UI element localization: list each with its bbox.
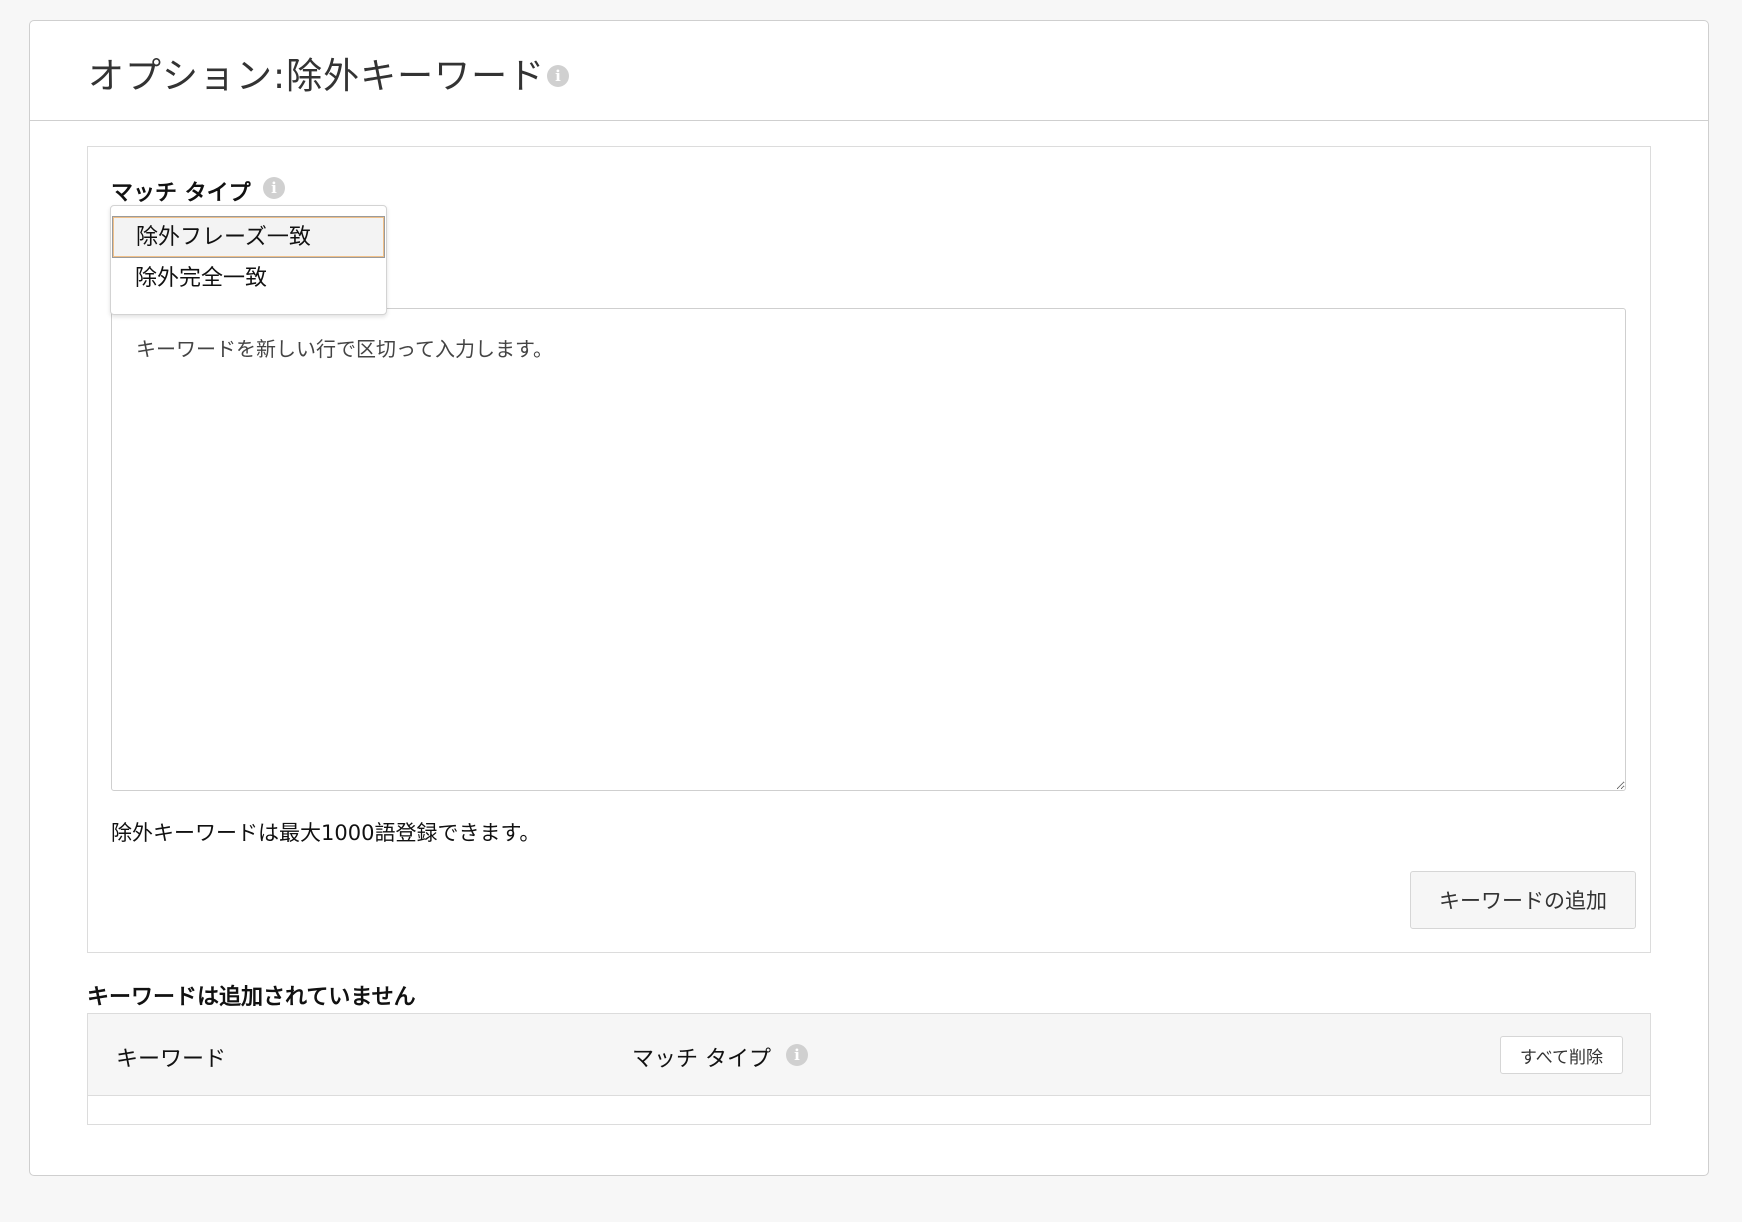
- keywords-table: キーワード マッチ タイプ i すべて削除: [87, 1013, 1651, 1125]
- option-negative-exact[interactable]: 除外完全一致: [111, 258, 386, 300]
- page-title: オプション:除外キーワード: [88, 56, 546, 97]
- delete-all-button[interactable]: すべて削除: [1500, 1036, 1623, 1074]
- table-header: キーワード マッチ タイプ i すべて削除: [88, 1014, 1650, 1096]
- match-type-label: マッチ タイプ: [111, 181, 251, 206]
- column-header-keyword: キーワード: [116, 1047, 227, 1072]
- title-info-icon[interactable]: i: [547, 65, 569, 87]
- panel-header: オプション:除外キーワード i: [30, 21, 1708, 121]
- keywords-textarea[interactable]: [111, 308, 1626, 791]
- negative-keywords-panel: オプション:除外キーワード i マッチ タイプ i 除外フレーズ一致 除外完全一…: [29, 20, 1709, 1176]
- column-header-match-type: マッチ タイプ: [632, 1047, 771, 1072]
- keyword-entry-form: マッチ タイプ i 除外フレーズ一致 除外完全一致 除外キーワードは最大1000…: [87, 146, 1651, 953]
- empty-list-label: キーワードは追加されていません: [87, 985, 416, 1010]
- keyword-limit-note: 除外キーワードは最大1000語登録できます。: [111, 821, 541, 845]
- add-keywords-button[interactable]: キーワードの追加: [1410, 871, 1636, 929]
- column-match-type-info-icon[interactable]: i: [786, 1044, 808, 1066]
- match-type-info-icon[interactable]: i: [263, 177, 285, 199]
- option-negative-phrase[interactable]: 除外フレーズ一致: [112, 216, 385, 258]
- match-type-dropdown[interactable]: 除外フレーズ一致 除外完全一致: [110, 205, 387, 315]
